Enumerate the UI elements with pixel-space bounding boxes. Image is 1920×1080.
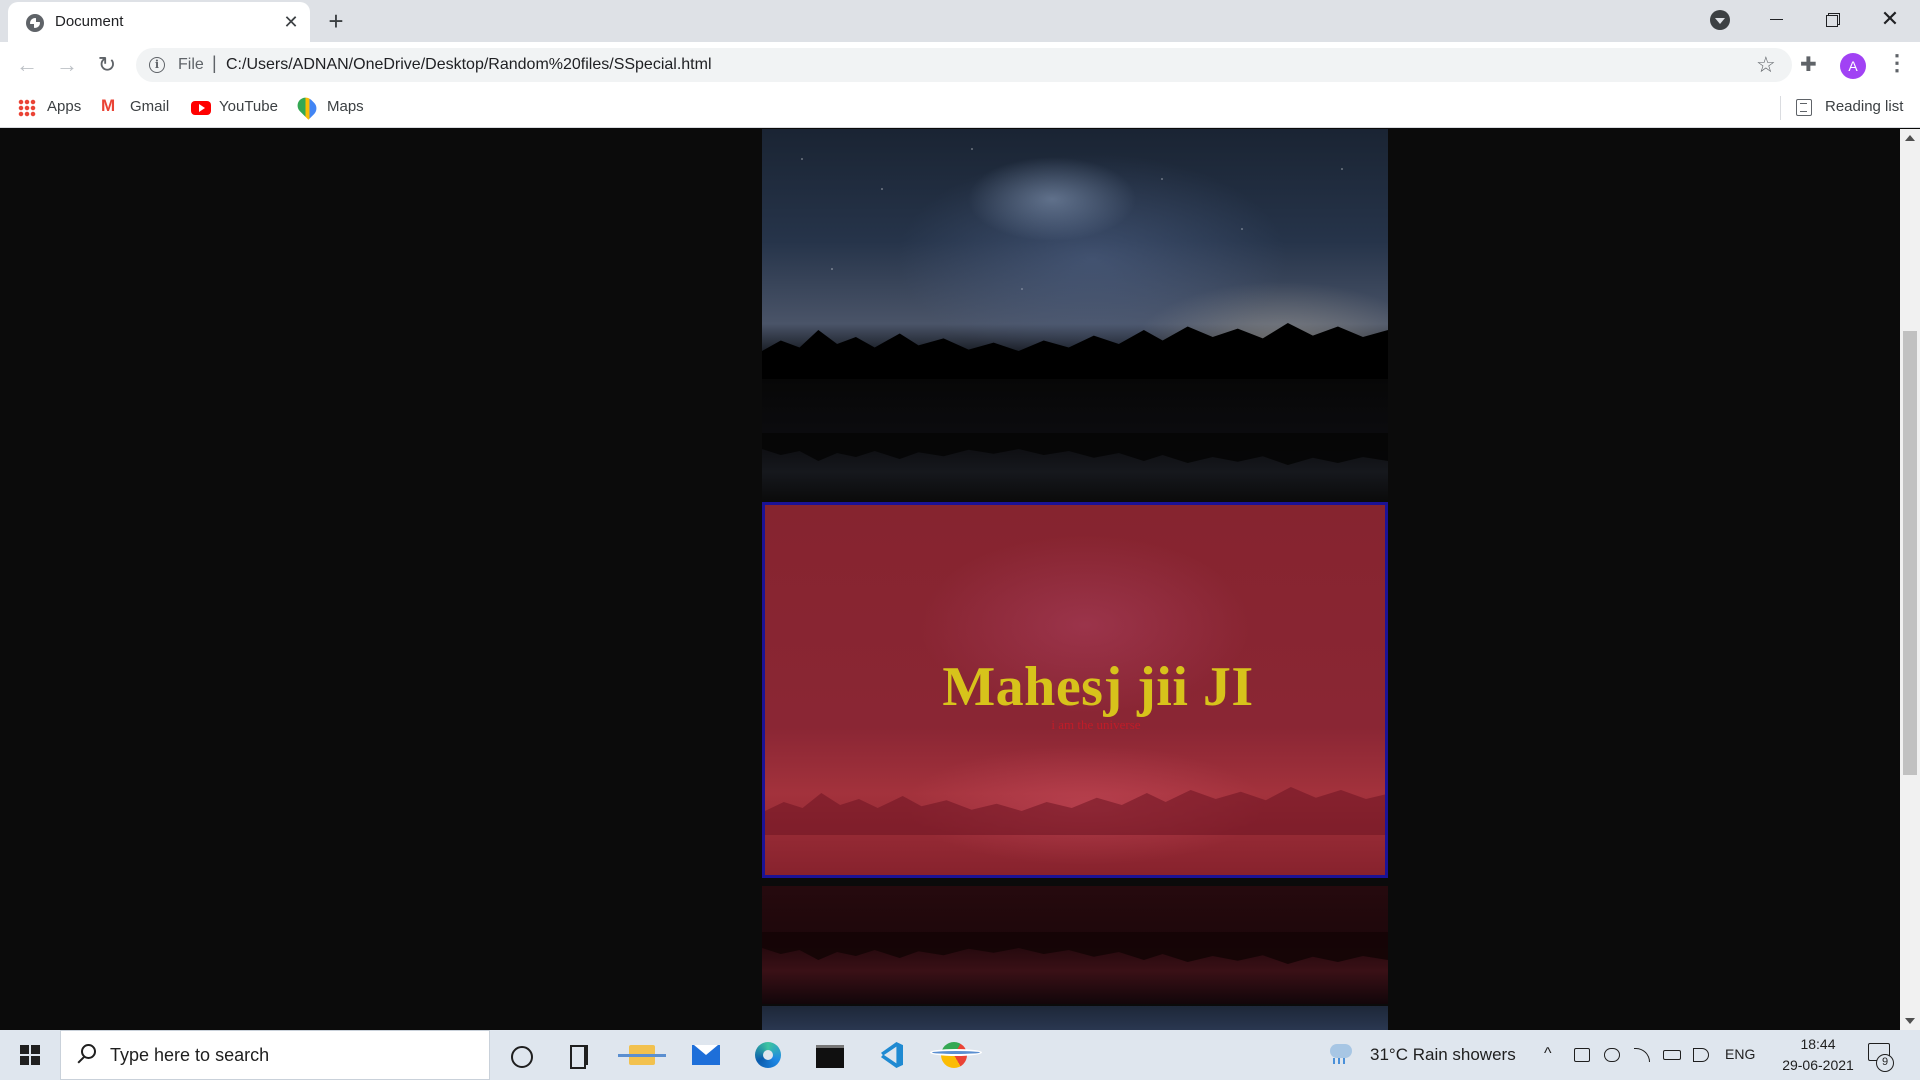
restore-button[interactable] [1805,0,1861,38]
gmail-icon[interactable]: M [101,96,119,115]
volume-icon[interactable] [1693,1048,1709,1062]
profile-avatar[interactable]: A [1840,53,1866,79]
sky-reflection [762,379,1388,503]
notification-count-badge: 9 [1876,1054,1894,1072]
tab-title: Document [55,13,124,30]
back-arrow-icon[interactable]: ← [14,52,40,78]
night-sky-image-bottom [762,1006,1388,1030]
new-tab-button[interactable]: + [322,8,350,36]
language-indicator[interactable]: ENG [1725,1046,1755,1062]
url-separator: | [212,53,217,73]
bookmarks-bar: Apps M Gmail YouTube Maps Reading list [0,88,1920,128]
reading-list-button[interactable]: Reading list [1825,98,1903,115]
weather-rain-icon[interactable] [1330,1044,1352,1064]
maps-icon[interactable] [294,94,320,120]
hero-subtitle: i am the universe [1051,717,1141,732]
scroll-down-arrow-icon[interactable] [1905,1018,1915,1024]
tab-strip: Document ✕ + ✕ [0,0,1920,42]
scrollbar-thumb[interactable] [1903,331,1917,775]
onedrive-cloud-icon[interactable] [1604,1048,1620,1062]
mail-icon[interactable] [676,1030,736,1080]
cortana-icon[interactable] [490,1030,550,1080]
file-scheme-label: File [178,56,204,73]
browser-menu-icon[interactable]: ⋮ [1886,50,1908,76]
browser-toolbar: ← → ↻ i File | C:/Users/ADNAN/OneDrive/D… [0,42,1920,88]
minimize-button[interactable] [1748,0,1804,38]
bookmark-youtube[interactable]: YouTube [219,98,278,115]
search-icon [81,1044,96,1059]
bookmark-apps[interactable]: Apps [47,98,81,115]
bookmark-maps[interactable]: Maps [327,98,364,115]
vertical-scrollbar[interactable] [1900,129,1920,1030]
windows-taskbar: Type here to search 31°C Rain showers ^ … [0,1030,1920,1080]
reflected-tree-silhouette [762,433,1388,473]
reading-list-icon[interactable] [1796,99,1812,116]
bookmark-star-icon[interactable]: ☆ [1756,52,1776,78]
weather-widget[interactable]: 31°C Rain showers [1370,1045,1516,1065]
scroll-up-arrow-icon[interactable] [1905,135,1915,141]
hero-reflected-tree-silhouette [762,932,1388,972]
chrome-icon[interactable] [924,1030,984,1080]
tab-search-icon[interactable] [1710,10,1730,30]
url-text[interactable]: C:/Users/ADNAN/OneDrive/Desktop/Random%2… [226,56,712,74]
task-view-icon[interactable] [550,1030,610,1080]
window-close-button[interactable]: ✕ [1862,0,1918,38]
hero-title: Mahesj jii JI [942,656,1254,718]
terminal-icon[interactable] [800,1030,860,1080]
close-tab-icon[interactable]: ✕ [280,11,302,33]
clock-time[interactable]: 18:44 [1788,1036,1848,1052]
show-hidden-icons-chevron-icon[interactable]: ^ [1544,1045,1552,1063]
search-placeholder: Type here to search [110,1045,270,1065]
bookmarks-divider [1780,96,1781,120]
forward-arrow-icon[interactable]: → [54,52,80,78]
extensions-puzzle-icon[interactable]: ✚ [1800,52,1817,77]
edge-icon[interactable] [738,1030,798,1080]
tree-silhouette [762,323,1388,379]
address-bar[interactable]: i File | C:/Users/ADNAN/OneDrive/Desktop… [136,48,1792,82]
globe-icon [26,14,44,32]
hero-card: Mahesj jii JI i am the universe [762,502,1388,878]
file-explorer-icon[interactable] [612,1030,672,1080]
reload-icon[interactable]: ↻ [94,52,120,78]
info-icon[interactable]: i [149,57,165,73]
windows-logo-icon [20,1045,29,1054]
night-sky-image [762,129,1388,379]
clock-date[interactable]: 29-06-2021 [1766,1057,1870,1073]
youtube-icon[interactable] [191,101,211,115]
battery-icon[interactable] [1663,1050,1681,1060]
page-column: Mahesj jii JI i am the universe [762,129,1388,1030]
wifi-icon[interactable] [1634,1048,1650,1062]
bookmark-gmail[interactable]: Gmail [130,98,169,115]
hero-reflection [762,886,1388,1004]
vscode-icon[interactable] [862,1030,922,1080]
hero-tree-silhouette [765,787,1385,835]
apps-grid-icon[interactable] [18,99,36,117]
taskbar-search-box[interactable]: Type here to search [60,1030,490,1080]
tab-document[interactable]: Document ✕ [8,2,310,42]
start-button[interactable] [0,1030,60,1080]
meet-now-icon[interactable] [1574,1048,1590,1062]
page-viewport: Mahesj jii JI i am the universe [0,129,1900,1030]
